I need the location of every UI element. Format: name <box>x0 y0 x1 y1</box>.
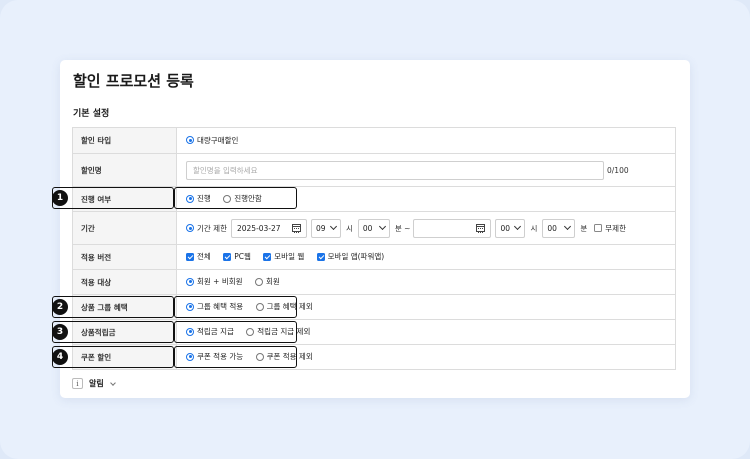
char-counter: 0/100 <box>607 165 629 175</box>
radio-indicator[interactable] <box>186 224 194 232</box>
label-apply-version: 적용 버전 <box>72 244 177 270</box>
callout-badge-3: 3 <box>52 324 68 340</box>
row-discount-name: 할인명 할인명을 입력하세요 0/100 <box>72 153 676 187</box>
radio-indicator[interactable] <box>186 277 194 286</box>
checkbox-mobile-app[interactable]: 모바일 앱(파워앱) <box>316 251 384 262</box>
radio-indicator[interactable] <box>186 136 194 145</box>
chevron-down-icon <box>378 222 386 231</box>
notice-label: 알림 <box>89 379 104 388</box>
checkbox-pc-web[interactable]: PC웹 <box>223 251 251 262</box>
chevron-down-icon <box>564 222 572 231</box>
checkbox-all[interactable]: 전체 <box>186 251 211 262</box>
label-discount-name: 할인명 <box>72 153 177 187</box>
chevron-down-icon <box>514 222 522 231</box>
callout-badge-2: 2 <box>52 299 68 315</box>
checkbox-indicator[interactable] <box>186 252 194 261</box>
end-date-input[interactable] <box>413 218 492 238</box>
radio-indicator[interactable] <box>254 277 263 286</box>
start-hour-select[interactable]: 09 <box>310 218 341 238</box>
callout-box-coupon <box>52 346 174 368</box>
callout-box-progress <box>52 187 174 209</box>
calendar-icon[interactable] <box>291 224 301 233</box>
chevron-down-icon <box>329 222 338 231</box>
checkbox-indicator[interactable] <box>263 252 272 261</box>
callout-box-group-benefit-options <box>174 296 297 318</box>
callout-box-coupon-options <box>174 346 297 368</box>
discount-name-input[interactable]: 할인명을 입력하세요 <box>186 160 604 180</box>
row-discount-type: 할인 타입 대량구매할인 <box>72 127 676 154</box>
info-icon: i <box>72 378 83 389</box>
section-title: 기본 설정 <box>73 109 110 119</box>
callout-badge-1: 1 <box>52 190 68 206</box>
notice-toggle[interactable]: i 알림 <box>72 378 116 389</box>
checkbox-indicator[interactable] <box>594 224 603 232</box>
checkbox-mobile-web[interactable]: 모바일 웹 <box>263 251 304 262</box>
radio-member[interactable]: 회원 <box>254 276 280 287</box>
start-minute-select[interactable]: 00 <box>357 218 390 238</box>
end-hour-select[interactable]: 00 <box>495 218 526 238</box>
radio-member-and-guest[interactable]: 회원 + 비회원 <box>186 276 243 287</box>
callout-badge-4: 4 <box>52 349 68 365</box>
label-discount-type: 할인 타입 <box>72 127 177 154</box>
row-apply-target: 적용 대상 회원 + 비회원 회원 <box>72 269 676 295</box>
row-period: 기간 기간 제한 2025-03-27 09 시 00 분 ~ 00 시 00 … <box>72 211 676 245</box>
checkbox-indicator[interactable] <box>316 252 325 261</box>
chevron-down-icon <box>109 379 116 386</box>
radio-period-limit[interactable]: 기간 제한 <box>186 223 227 234</box>
page-title: 할인 프로모션 등록 <box>73 72 194 90</box>
calendar-icon[interactable] <box>476 224 486 233</box>
label-period: 기간 <box>72 211 177 245</box>
checkbox-unlimited[interactable]: 무제한 <box>594 223 626 234</box>
row-apply-version: 적용 버전 전체 PC웹 모바일 웹 모바일 앱(파워앱) <box>72 244 676 270</box>
checkbox-indicator[interactable] <box>223 252 232 261</box>
callout-box-reward-points-options <box>174 321 297 343</box>
end-minute-select[interactable]: 00 <box>542 218 576 238</box>
callout-box-group-benefit <box>52 296 174 318</box>
callout-box-progress-options <box>174 187 297 209</box>
radio-bulk-discount[interactable]: 대량구매할인 <box>186 135 238 146</box>
label-apply-target: 적용 대상 <box>72 269 177 295</box>
callout-box-reward-points <box>52 321 174 343</box>
start-date-input[interactable]: 2025-03-27 <box>230 218 307 238</box>
